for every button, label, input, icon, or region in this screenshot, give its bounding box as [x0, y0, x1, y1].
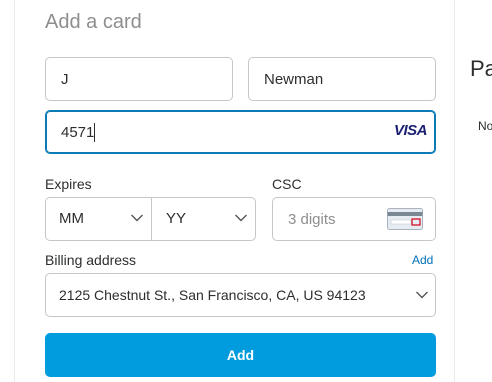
- expiry-month-select[interactable]: MM: [46, 198, 151, 240]
- visa-logo-icon: VISA: [393, 122, 428, 139]
- expiry-month-value: MM: [59, 210, 84, 227]
- left-divider: [14, 0, 15, 382]
- add-address-link[interactable]: Add: [412, 253, 433, 267]
- side-panel-heading: Pa: [470, 56, 492, 81]
- add-card-button[interactable]: Add: [45, 333, 436, 377]
- card-number-field[interactable]: VISA: [45, 110, 436, 154]
- expiry-year-value: YY: [166, 210, 187, 227]
- last-name-input[interactable]: [249, 58, 435, 100]
- expiration-select-group: MM YY: [45, 197, 256, 241]
- side-panel-text: No: [478, 119, 492, 133]
- right-divider: [454, 0, 455, 382]
- chevron-down-icon: [416, 291, 428, 299]
- csc-field[interactable]: [272, 197, 436, 241]
- card-back-icon: [387, 208, 423, 230]
- text-cursor: [94, 123, 95, 142]
- first-name-field[interactable]: [45, 57, 233, 101]
- billing-address-select[interactable]: 2125 Chestnut St., San Francisco, CA, US…: [45, 273, 436, 317]
- chevron-down-icon: [235, 214, 247, 222]
- billing-address-label: Billing address: [45, 252, 137, 268]
- card-brand-label: VISA: [393, 122, 428, 139]
- card-number-input[interactable]: [46, 111, 435, 153]
- first-name-input[interactable]: [46, 58, 232, 100]
- form-title: Add a card: [45, 11, 142, 33]
- expires-label: Expires: [45, 176, 92, 192]
- expiry-year-select[interactable]: YY: [151, 198, 255, 240]
- chevron-down-icon: [131, 214, 143, 222]
- billing-address-value: 2125 Chestnut St., San Francisco, CA, US…: [59, 287, 366, 303]
- last-name-field[interactable]: [248, 57, 436, 101]
- csc-label: CSC: [272, 176, 302, 192]
